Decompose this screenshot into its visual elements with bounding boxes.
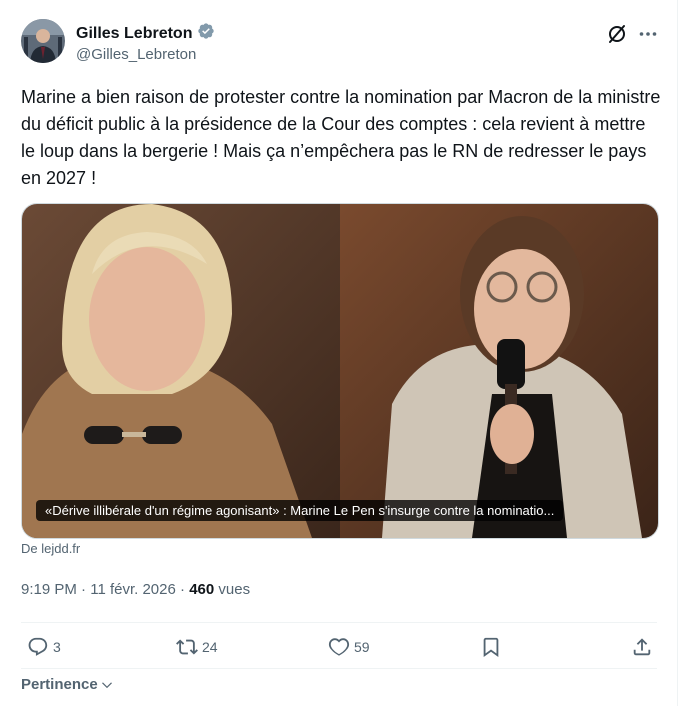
- bookmark-icon: [483, 637, 499, 658]
- share-icon: [633, 638, 651, 656]
- reply-icon: [28, 637, 48, 656]
- tweet-meta: 9:19 PM · 11 févr. 2026 · 460 vues: [21, 581, 250, 598]
- repost-count: 24: [202, 639, 218, 655]
- views-label: vues: [214, 581, 251, 598]
- author-name[interactable]: Gilles Lebreton: [76, 25, 192, 43]
- reply-count: 3: [53, 639, 61, 655]
- bookmark-button[interactable]: [480, 636, 502, 658]
- sort-dropdown[interactable]: Pertinence: [21, 676, 114, 693]
- grok-icon[interactable]: [606, 23, 628, 45]
- media-caption: «Dérive illibérale d'un régime agonisant…: [36, 500, 564, 521]
- more-icon[interactable]: [638, 24, 658, 44]
- meta-separator: ·: [175, 581, 190, 598]
- sort-label: Pertinence: [21, 676, 98, 693]
- divider: [21, 622, 657, 623]
- verified-badge-icon: [197, 22, 215, 45]
- repost-button[interactable]: 24: [176, 636, 218, 658]
- author-handle[interactable]: @Gilles_Lebreton: [76, 46, 196, 63]
- like-count: 59: [354, 639, 370, 655]
- tweet-date[interactable]: 11 févr. 2026: [90, 581, 176, 598]
- repost-icon: [176, 639, 198, 655]
- link-source[interactable]: De lejdd.fr: [21, 541, 80, 556]
- reply-button[interactable]: 3: [27, 636, 61, 658]
- share-button[interactable]: [631, 636, 653, 658]
- meta-separator: ·: [76, 581, 91, 598]
- views-count: 460: [189, 581, 215, 598]
- tweet-card: Gilles Lebreton @Gilles_Lebreton Marine …: [0, 0, 678, 706]
- divider: [21, 668, 657, 669]
- tweet-time[interactable]: 9:19 PM: [21, 581, 77, 598]
- media-image: [22, 204, 658, 538]
- media-card[interactable]: «Dérive illibérale d'un régime agonisant…: [21, 203, 659, 539]
- author-row: Gilles Lebreton: [76, 22, 215, 45]
- chevron-down-icon: [101, 681, 112, 688]
- avatar[interactable]: [21, 19, 65, 63]
- like-button[interactable]: 59: [328, 636, 370, 658]
- like-icon: [328, 638, 350, 656]
- tweet-text: Marine a bien raison de protester contre…: [21, 87, 666, 188]
